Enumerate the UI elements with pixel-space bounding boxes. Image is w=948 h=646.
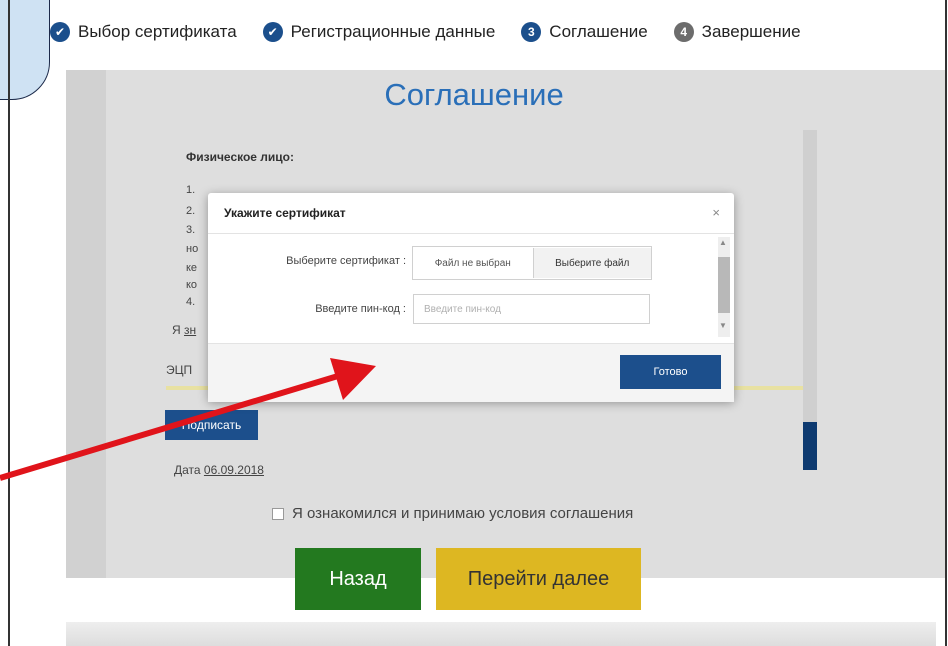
back-button[interactable]: Назад (295, 548, 421, 610)
check-circle-icon: ✔ (262, 22, 283, 42)
certificate-label: Выберите сертификат : (286, 255, 406, 267)
step-label: Завершение (701, 22, 801, 41)
modal-title: Укажите сертификат (224, 206, 346, 220)
modal-header: Укажите сертификат × (208, 193, 734, 234)
file-status: Файл не выбран (434, 257, 511, 269)
step-registration-data[interactable]: ✔ Регистрационные данные (262, 22, 496, 42)
modal-scrollbar-thumb[interactable] (718, 257, 730, 313)
number-circle-icon: 3 (521, 22, 542, 42)
close-icon[interactable]: × (712, 205, 720, 220)
step-label: Соглашение (549, 22, 648, 41)
date-label: Дата (174, 463, 201, 477)
next-button[interactable]: Перейти далее (436, 548, 641, 610)
individual-label: Физическое лицо: (186, 150, 295, 164)
list-line: 3. (186, 224, 196, 236)
agreement-link[interactable]: зн (184, 323, 196, 337)
list-line: но (186, 243, 199, 255)
list-line: 1. (186, 184, 196, 196)
wizard-steps: ✔ Выбор сертификата ✔ Регистрационные да… (50, 12, 940, 52)
list-line: ке (186, 262, 198, 274)
choose-file-button[interactable]: Выберите файл (532, 248, 651, 278)
scroll-down-icon[interactable]: ▼ (719, 321, 727, 330)
sign-button[interactable]: Подписать (165, 410, 258, 440)
number-circle-icon: 4 (673, 22, 694, 42)
ya-text: Я (172, 323, 181, 337)
ecp-label: ЭЦП (166, 363, 193, 377)
pin-label: Введите пин-код : (315, 303, 406, 315)
page-title: Соглашение (384, 77, 564, 112)
step-label: Регистрационные данные (290, 22, 496, 41)
date-value: 06.09.2018 (203, 463, 264, 477)
step-select-certificate[interactable]: ✔ Выбор сертификата (50, 22, 237, 42)
done-button[interactable]: Готово (620, 355, 721, 389)
content-scrollbar[interactable] (803, 130, 817, 470)
agree-checkbox[interactable] (272, 507, 284, 520)
date-line: Дата 06.09.2018 (174, 463, 264, 477)
step-completion[interactable]: 4 Завершение (673, 22, 801, 42)
agreement-read-text: Я зн (172, 323, 196, 337)
step-label: Выбор сертификата (78, 22, 237, 41)
certificate-file-input[interactable]: Файл не выбран Выберите файл (412, 246, 652, 280)
agree-label: Я ознакомился и принимаю условия соглаше… (292, 505, 634, 522)
list-line: 4. (186, 296, 196, 308)
agree-row[interactable]: Я ознакомился и принимаю условия соглаше… (272, 505, 633, 522)
list-line: ко (186, 279, 198, 291)
check-circle-icon: ✔ (50, 22, 70, 42)
page-bottom-strip (66, 622, 936, 646)
backdrop-sidebar (66, 70, 106, 578)
certificate-modal: Укажите сертификат × Выберите сертификат… (208, 193, 734, 402)
content-scrollbar-thumb[interactable] (803, 422, 817, 470)
pin-input[interactable] (413, 294, 650, 324)
scroll-up-icon[interactable]: ▲ (719, 238, 727, 247)
step-agreement[interactable]: 3 Соглашение (521, 22, 648, 42)
list-line: 2. (186, 205, 196, 217)
